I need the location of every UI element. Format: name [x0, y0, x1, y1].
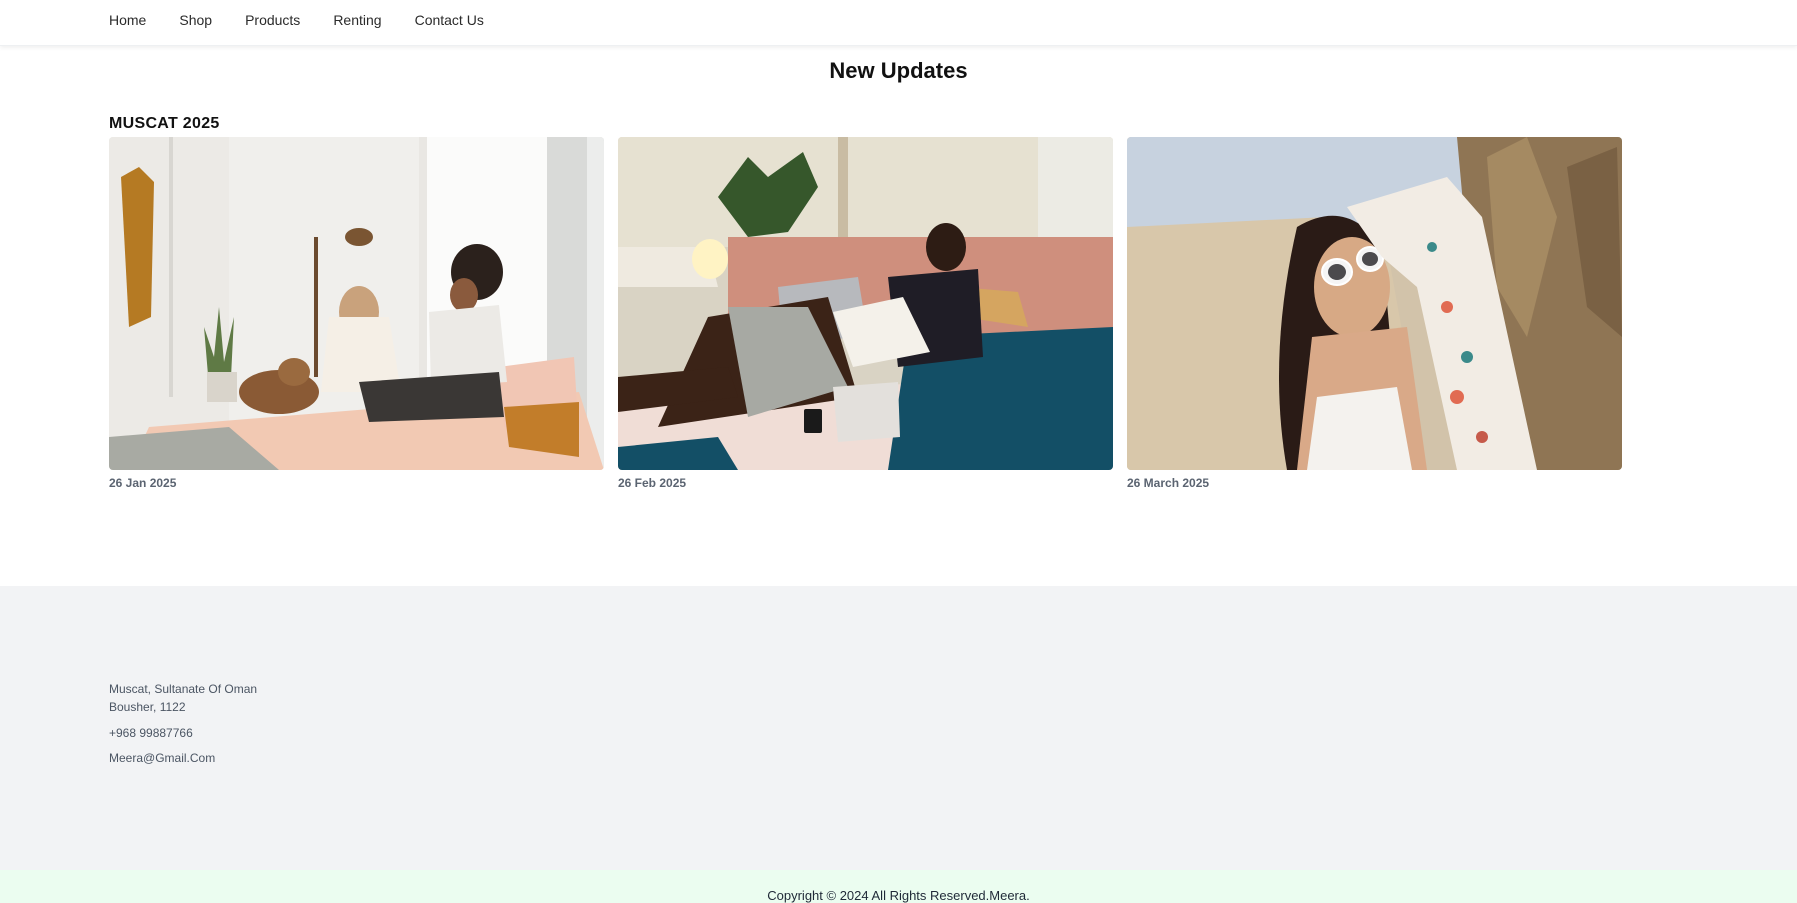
woman-sunglasses-beach-photo[interactable]: [1127, 137, 1622, 470]
footer-address-line2: Bousher, 1122: [109, 700, 186, 714]
footer: Muscat, Sultanate Of Oman Bousher, 1122 …: [0, 586, 1797, 870]
nav-link-home[interactable]: Home: [109, 12, 146, 28]
card-date: 26 March 2025: [1127, 476, 1210, 490]
copyright-bar: Copyright © 2024 All Rights Reserved.Mee…: [0, 870, 1797, 903]
top-navbar: Home Shop Products Renting Contact Us: [0, 0, 1797, 46]
nav-link-products[interactable]: Products: [245, 12, 300, 28]
card-date: 26 Feb 2025: [618, 476, 687, 490]
nav-link-shop[interactable]: Shop: [179, 12, 212, 28]
nav-link-contact-us[interactable]: Contact Us: [415, 12, 484, 28]
bedroom-women-dog-photo[interactable]: [109, 137, 604, 470]
footer-phone[interactable]: +968 99887766: [109, 724, 257, 742]
page-title: New Updates: [829, 58, 968, 83]
update-card[interactable]: 26 Jan 2025: [109, 137, 604, 490]
nav-links: Home Shop Products Renting Contact Us: [109, 0, 517, 40]
update-card[interactable]: 26 March 2025: [1127, 137, 1622, 490]
nav-link-renting[interactable]: Renting: [333, 12, 381, 28]
footer-email[interactable]: Meera@Gmail.Com: [109, 749, 257, 767]
update-card[interactable]: 26 Feb 2025: [618, 137, 1113, 490]
footer-address-line1: Muscat, Sultanate Of Oman: [109, 682, 258, 696]
footer-contact-info: Muscat, Sultanate Of Oman Bousher, 1122 …: [109, 680, 257, 767]
man-reading-book-photo[interactable]: [618, 137, 1113, 470]
copyright-text: Copyright © 2024 All Rights Reserved.Mee…: [767, 888, 1030, 903]
card-date: 26 Jan 2025: [109, 476, 177, 490]
section-heading: MUSCAT 2025: [109, 115, 220, 132]
